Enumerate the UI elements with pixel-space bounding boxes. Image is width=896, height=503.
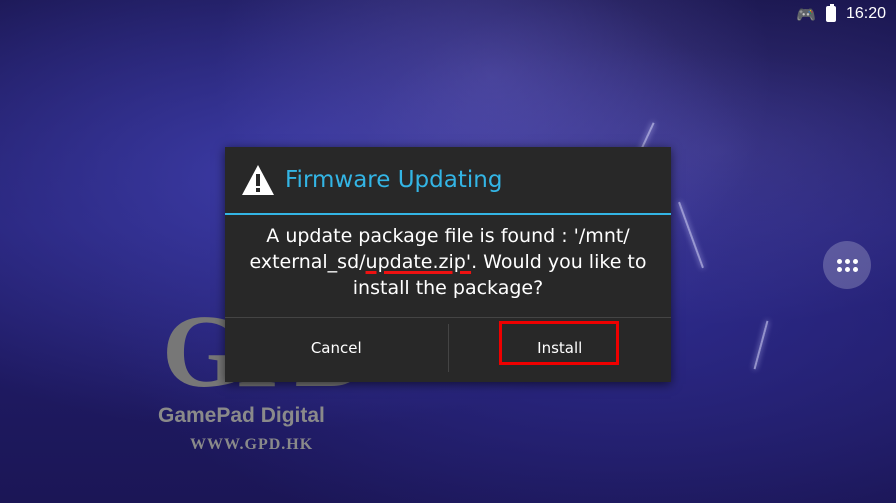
logo-name: GamePad Digital	[158, 404, 325, 427]
logo-url: WWW.GPD.HK	[190, 436, 314, 453]
status-bar: 🎮 16:20	[796, 0, 896, 28]
cancel-button[interactable]: Cancel	[225, 318, 448, 378]
dialog-buttons: Cancel Install	[225, 318, 671, 378]
dialog-title: Firmware Updating	[285, 167, 503, 193]
apps-grid-icon	[836, 258, 858, 272]
warning-icon	[242, 165, 274, 195]
gamepad-icon: 🎮	[796, 4, 816, 24]
firmware-update-dialog: Firmware Updating A update package file …	[225, 147, 671, 382]
app-drawer-button[interactable]	[823, 241, 871, 289]
install-button[interactable]: Install	[449, 318, 672, 378]
dialog-header: Firmware Updating	[225, 147, 671, 213]
status-time: 16:20	[845, 5, 886, 22]
battery-icon	[825, 4, 836, 22]
message-filename: update.zip'	[365, 251, 472, 273]
install-highlight-box	[498, 321, 619, 365]
dialog-message: A update package file is found : '/mnt/ …	[225, 215, 671, 315]
